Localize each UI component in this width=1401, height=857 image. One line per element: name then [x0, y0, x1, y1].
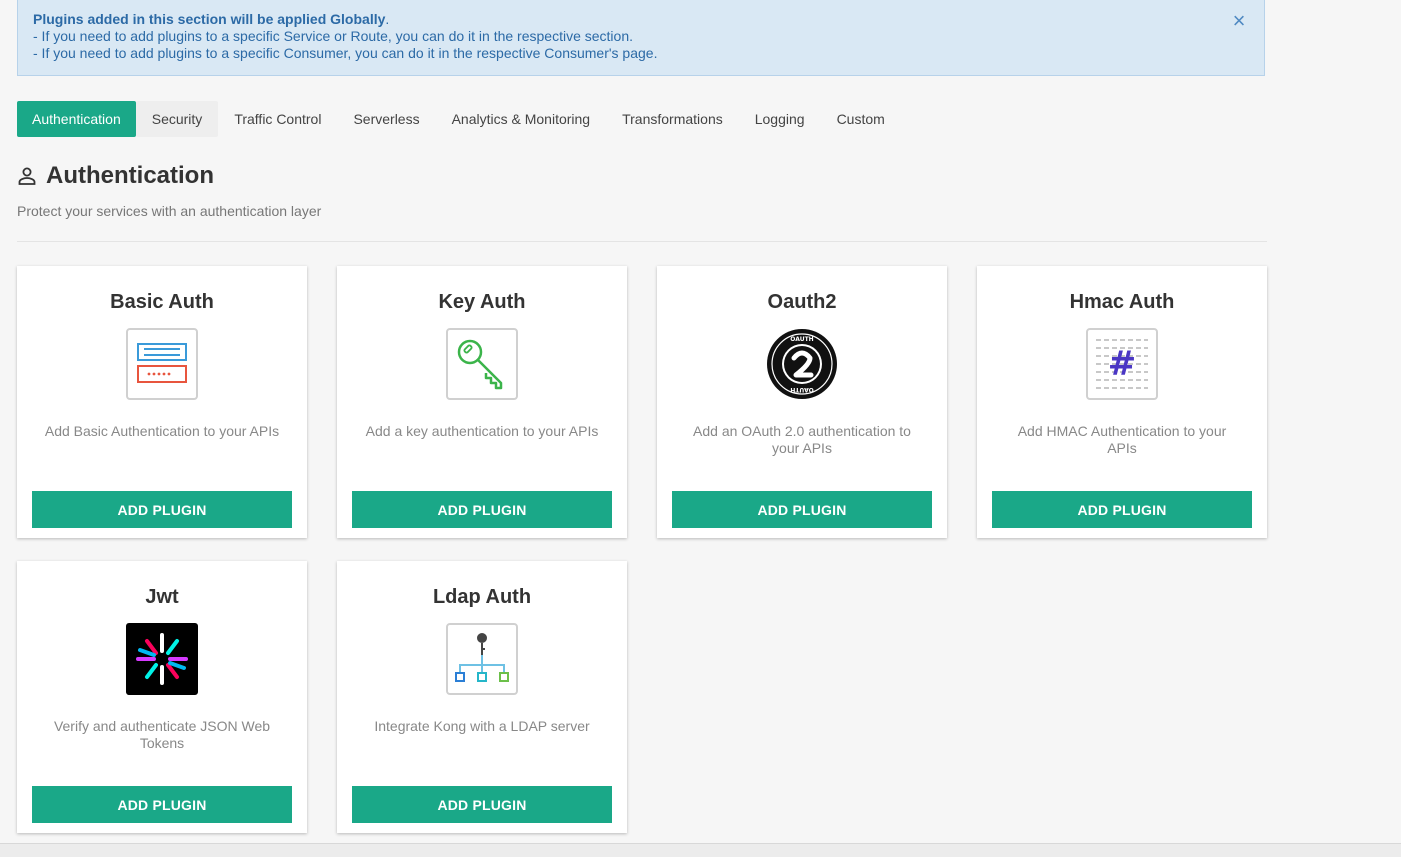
jwt-icon	[126, 623, 198, 695]
plugin-title: Ldap Auth	[432, 586, 532, 608]
ldap-tree-icon	[446, 623, 518, 695]
tab-custom[interactable]: Custom	[821, 101, 901, 137]
global-plugins-alert: Plugins added in this section will be ap…	[17, 0, 1265, 76]
plugin-description: Add Basic Authentication to your APIs	[44, 423, 280, 439]
section-divider	[17, 241, 1267, 242]
user-icon	[18, 167, 36, 185]
key-icon	[446, 328, 518, 400]
tab-analytics-monitoring[interactable]: Analytics & Monitoring	[436, 101, 607, 137]
oauth2-icon: OAUTH OAUTH	[767, 329, 837, 399]
svg-text:OAUTH: OAUTH	[790, 386, 813, 393]
plugin-card-key-auth: Key Auth Add a key authentication to you…	[337, 266, 627, 538]
tab-authentication[interactable]: Authentication	[17, 101, 136, 137]
alert-headline: Plugins added in this section will be ap…	[33, 11, 386, 27]
alert-headline-line: Plugins added in this section will be ap…	[33, 11, 1249, 28]
plugin-title: Key Auth	[438, 291, 526, 313]
tab-traffic-control[interactable]: Traffic Control	[218, 101, 337, 137]
plugin-description: Add an OAuth 2.0 authentication to your …	[693, 423, 911, 456]
svg-text:#: #	[1108, 344, 1137, 384]
tab-security[interactable]: Security	[135, 101, 219, 137]
tab-transformations[interactable]: Transformations	[606, 101, 739, 137]
add-plugin-button[interactable]: ADD PLUGIN	[352, 491, 612, 528]
login-form-icon	[126, 328, 198, 400]
plugin-card-jwt: Jwt Verify and authenticate JSON Web Tok…	[17, 561, 307, 833]
plugin-title: Basic Auth	[110, 291, 214, 313]
plugin-description: Add HMAC Authentication to your APIs	[1017, 423, 1227, 456]
close-icon[interactable]: ×	[1230, 10, 1248, 32]
svg-text:OAUTH: OAUTH	[790, 336, 813, 343]
plugin-description: Integrate Kong with a LDAP server	[374, 718, 590, 734]
add-plugin-button[interactable]: ADD PLUGIN	[32, 491, 292, 528]
plugin-card-oauth2: Oauth2 OAUTH OAUTH Add an OAuth 2.0 auth…	[657, 266, 947, 538]
plugin-description: Add a key authentication to your APIs	[365, 423, 599, 439]
plugin-card-hmac-auth: Hmac Auth # Add HMAC Authentication to y…	[977, 266, 1267, 538]
add-plugin-button[interactable]: ADD PLUGIN	[672, 491, 932, 528]
tab-serverless[interactable]: Serverless	[337, 101, 435, 137]
tab-logging[interactable]: Logging	[739, 101, 821, 137]
page-title: Authentication	[46, 162, 214, 189]
alert-headline-suffix: .	[385, 11, 390, 27]
plugin-title: Oauth2	[767, 291, 837, 313]
bottom-status-bar	[0, 843, 1401, 857]
plugin-card-ldap-auth: Ldap Auth Integrate Kong with a LDAP ser…	[337, 561, 627, 833]
add-plugin-button[interactable]: ADD PLUGIN	[352, 786, 612, 823]
section-subtitle: Protect your services with an authentica…	[17, 203, 322, 219]
alert-line-1: - If you need to add plugins to a specif…	[33, 28, 634, 44]
plugin-title: Hmac Auth	[1069, 291, 1175, 313]
plugin-description: Verify and authenticate JSON Web Tokens	[53, 718, 271, 751]
add-plugin-button[interactable]: ADD PLUGIN	[992, 491, 1252, 528]
plugin-category-tabs: Authentication Security Traffic Control …	[17, 101, 901, 137]
plugin-title: Jwt	[145, 586, 179, 608]
hash-icon: #	[1086, 328, 1158, 400]
add-plugin-button[interactable]: ADD PLUGIN	[32, 786, 292, 823]
plugin-card-basic-auth: Basic Auth Add Basic Authentication to y…	[17, 266, 307, 538]
section-heading: Authentication	[17, 162, 214, 190]
alert-line-2: - If you need to add plugins to a specif…	[33, 45, 658, 61]
